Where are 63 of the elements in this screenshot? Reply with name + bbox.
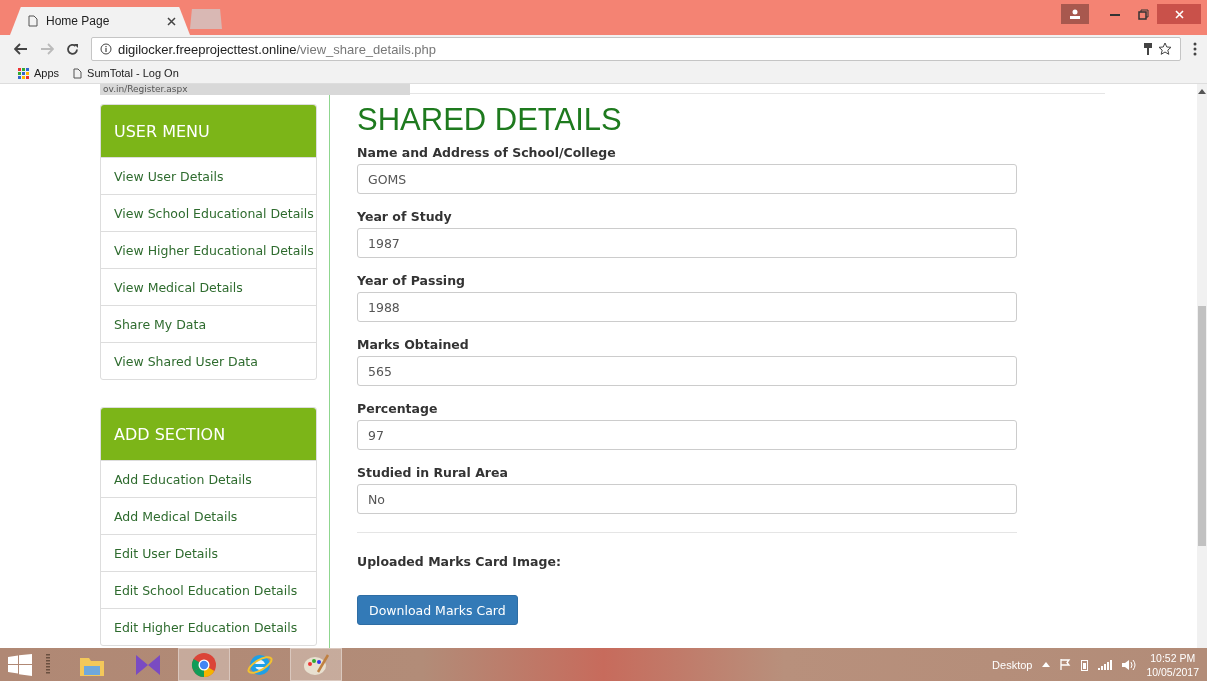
bookmark-link[interactable]: Apps bbox=[18, 67, 60, 79]
close-window-button[interactable] bbox=[1157, 4, 1201, 24]
field-label: Percentage bbox=[357, 399, 439, 418]
scroll-up-icon[interactable] bbox=[1198, 88, 1206, 94]
page-title: SHARED DETAILS bbox=[357, 102, 623, 138]
taskbar-app[interactable] bbox=[290, 648, 342, 681]
menu-item[interactable]: View Shared User Data bbox=[101, 342, 316, 379]
info-icon[interactable] bbox=[100, 43, 112, 55]
back-icon[interactable] bbox=[14, 43, 28, 55]
taskbar-app[interactable] bbox=[178, 648, 230, 681]
signal-icon[interactable] bbox=[1098, 659, 1113, 670]
chevron-up-icon[interactable] bbox=[1042, 662, 1051, 667]
input-field[interactable]: 1987 bbox=[357, 228, 1017, 258]
close-icon[interactable] bbox=[167, 16, 176, 26]
url-text: digilocker.freeprojecttest.online/view_share_details.php bbox=[118, 41, 436, 57]
menu-item[interactable]: Edit Higher Education Details bbox=[101, 608, 316, 645]
menu-item[interactable]: Add Education Details bbox=[101, 460, 316, 497]
windows-logo-icon[interactable] bbox=[8, 653, 32, 676]
profile-button[interactable] bbox=[1061, 4, 1089, 24]
page-icon bbox=[28, 15, 38, 27]
menu-item[interactable]: View Medical Details bbox=[101, 268, 316, 305]
input-field[interactable]: 1988 bbox=[357, 292, 1017, 322]
section-label: Uploaded Marks Card Image: bbox=[357, 552, 562, 571]
speaker-icon[interactable] bbox=[1122, 658, 1137, 671]
field-label: Name and Address of School/College bbox=[357, 143, 617, 162]
grip-icon bbox=[46, 653, 50, 676]
field-label: Year of Passing bbox=[357, 271, 466, 290]
star-icon[interactable] bbox=[1158, 42, 1172, 56]
page-icon bbox=[73, 67, 83, 79]
reload-icon[interactable] bbox=[66, 42, 79, 56]
card-header: USER MENU bbox=[101, 105, 316, 157]
card-header: ADD SECTION bbox=[101, 408, 316, 460]
apps-grid-icon bbox=[18, 67, 29, 79]
field-label: Marks Obtained bbox=[357, 335, 470, 354]
input-field[interactable]: 565 bbox=[357, 356, 1017, 386]
battery-icon[interactable] bbox=[1081, 658, 1089, 671]
bookmark-link[interactable]: SumTotal - Log On bbox=[73, 67, 179, 79]
key-icon[interactable] bbox=[1144, 43, 1152, 55]
browser-tab[interactable]: Home Page bbox=[10, 7, 190, 35]
forward-icon[interactable] bbox=[40, 43, 54, 55]
menu-item[interactable]: Add Medical Details bbox=[101, 497, 316, 534]
input-field[interactable]: GOMS bbox=[357, 164, 1017, 194]
menu-item[interactable]: View User Details bbox=[101, 157, 316, 194]
minimize-icon bbox=[1110, 12, 1120, 16]
user-icon bbox=[1070, 9, 1080, 19]
flag-icon[interactable] bbox=[1060, 659, 1072, 670]
chrome-icon bbox=[191, 651, 217, 678]
scrollbar[interactable] bbox=[1197, 84, 1207, 648]
menu-item[interactable]: Edit User Details bbox=[101, 534, 316, 571]
field-label: Year of Study bbox=[357, 207, 453, 226]
menu-item[interactable]: View School Educational Details bbox=[101, 194, 316, 231]
restore-icon bbox=[1137, 8, 1149, 20]
menu-item[interactable]: View Higher Educational Details bbox=[101, 231, 316, 268]
close-icon bbox=[1174, 9, 1184, 19]
field-label: Studied in Rural Area bbox=[357, 463, 509, 482]
input-field[interactable]: No bbox=[357, 484, 1017, 514]
menu-item[interactable]: Share My Data bbox=[101, 305, 316, 342]
status-tooltip: ov.in/Register.aspx bbox=[100, 84, 410, 95]
download-button[interactable]: Download Marks Card bbox=[357, 595, 518, 625]
input-field[interactable]: 97 bbox=[357, 420, 1017, 450]
menu-item[interactable]: Edit School Education Details bbox=[101, 571, 316, 608]
address-bar[interactable]: digilocker.freeprojecttest.online/view_share_details.php bbox=[91, 37, 1181, 61]
menu-icon[interactable] bbox=[1193, 42, 1197, 56]
